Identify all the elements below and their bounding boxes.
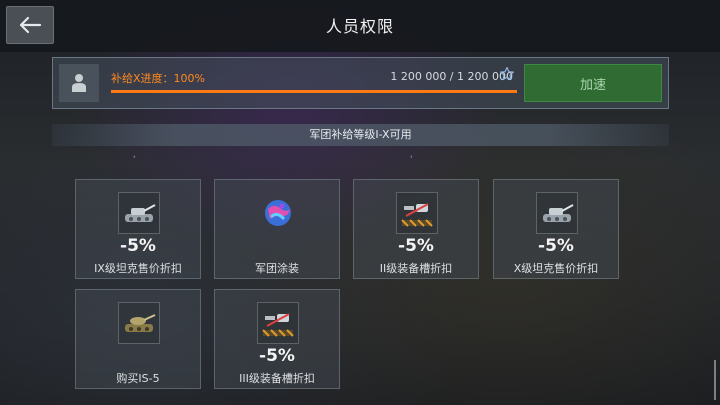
decorative-mark: ' bbox=[410, 155, 413, 165]
tank-is5-icon bbox=[118, 302, 160, 344]
page-title: 人员权限 bbox=[325, 17, 394, 36]
progress-bar bbox=[111, 90, 517, 93]
perk-card[interactable]: -5% X级坦克售价折扣 bbox=[493, 179, 619, 279]
perk-name: X级坦克售价折扣 bbox=[513, 262, 599, 275]
progress-label: 补给X进度：100% bbox=[111, 72, 205, 85]
top-bar: 人员权限 bbox=[0, 0, 720, 52]
perk-card[interactable]: -5% II级装备槽折扣 bbox=[353, 179, 479, 279]
progress-count: 1 200 000 / 1 200 000 bbox=[390, 70, 513, 83]
equipment-slot-icon bbox=[396, 192, 438, 234]
perk-discount: -5% bbox=[538, 236, 574, 256]
avatar bbox=[59, 64, 99, 102]
perk-card[interactable]: 军团涂装 bbox=[214, 179, 340, 279]
supply-progress-panel: 补给X进度：100% 1 200 000 / 1 200 000 加速 bbox=[52, 57, 669, 109]
perk-name: 军团涂装 bbox=[255, 262, 299, 275]
decorative-mark: ' bbox=[133, 155, 136, 165]
perk-discount: -5% bbox=[259, 346, 295, 366]
section-title: 军团补给等级I-X可用 bbox=[52, 124, 669, 146]
speed-up-button[interactable]: 加速 bbox=[524, 64, 662, 102]
perk-card[interactable]: 购买IS-5 bbox=[75, 289, 201, 389]
tank-icon bbox=[536, 192, 578, 234]
perk-name: II级装备槽折扣 bbox=[379, 262, 453, 275]
perk-name: IX级坦克售价折扣 bbox=[94, 262, 182, 275]
perk-discount: -5% bbox=[398, 236, 434, 256]
perk-card[interactable]: -5% III级装备槽折扣 bbox=[214, 289, 340, 389]
user-icon bbox=[72, 74, 86, 92]
perk-name: 购买IS-5 bbox=[116, 372, 160, 385]
scrollbar[interactable] bbox=[714, 360, 716, 400]
star-icon[interactable] bbox=[499, 66, 515, 82]
perk-name: III级装备槽折扣 bbox=[239, 372, 315, 385]
camo-icon bbox=[257, 192, 299, 234]
progress-bar-fill bbox=[111, 90, 517, 93]
perk-discount: -5% bbox=[120, 236, 156, 256]
perk-card[interactable]: -5% IX级坦克售价折扣 bbox=[75, 179, 201, 279]
tank-icon bbox=[118, 192, 160, 234]
equipment-slot-icon bbox=[257, 302, 299, 344]
